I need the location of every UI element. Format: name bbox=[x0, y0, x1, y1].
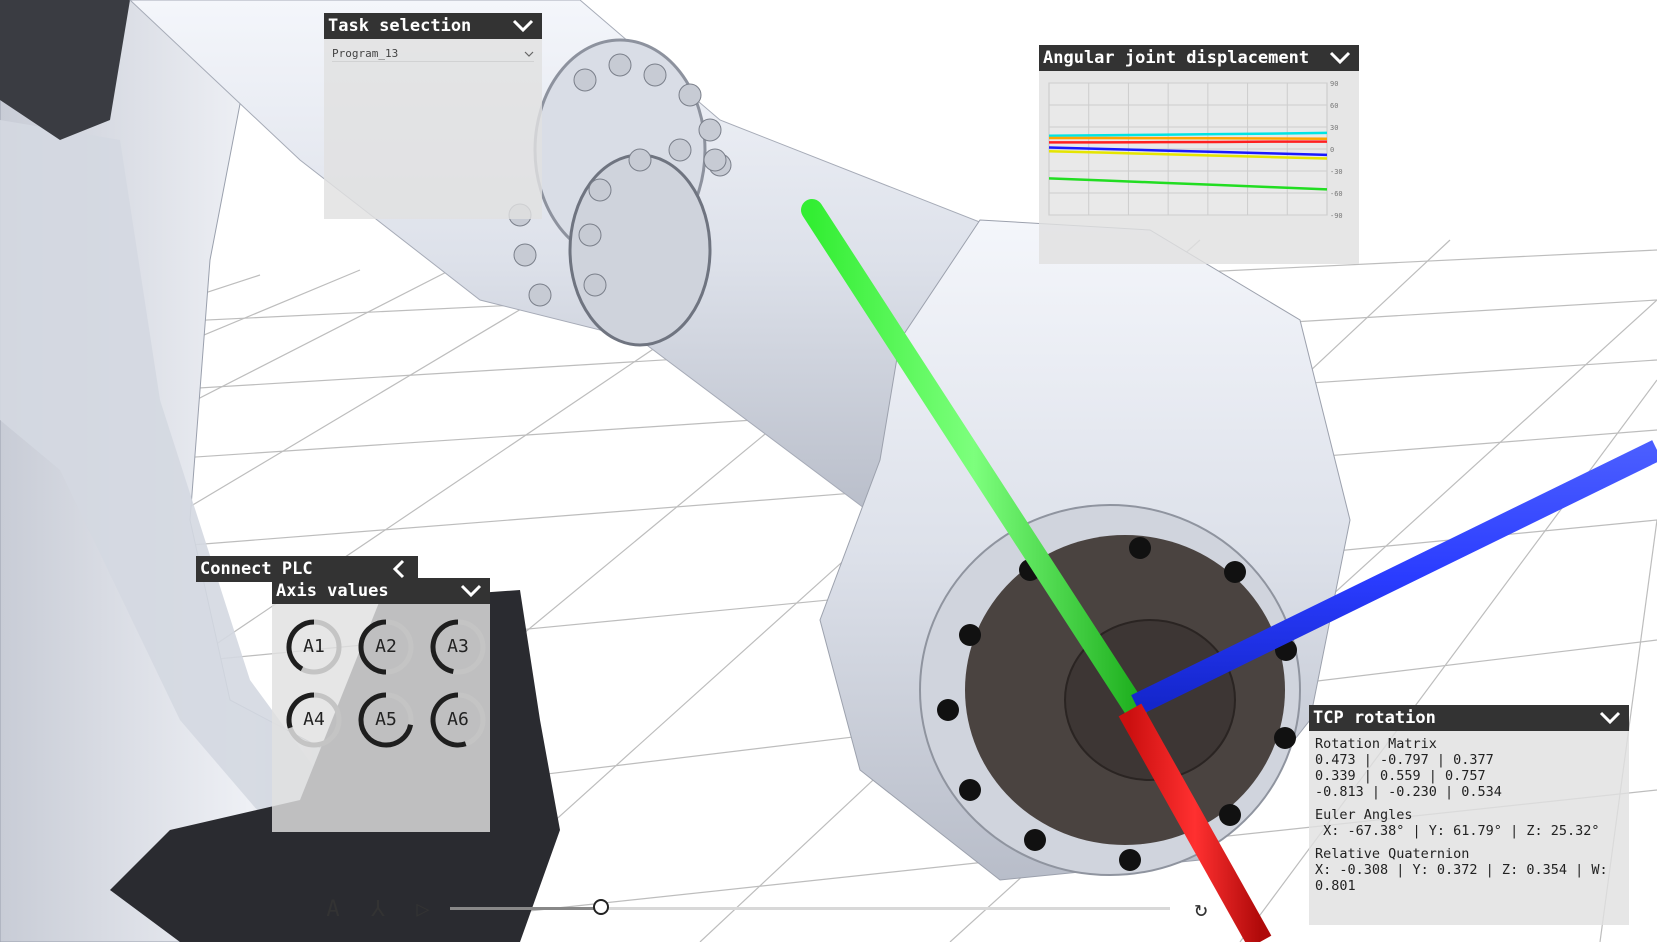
axis-values-panel: Axis values A1 A2 A3 A4 A5 A6 bbox=[272, 578, 490, 832]
axis-label: A4 bbox=[303, 709, 325, 730]
axis-values-title: Axis values bbox=[276, 581, 389, 601]
program-select[interactable]: Program_13 bbox=[332, 45, 534, 62]
rotation-matrix-row: 0.473 | -0.797 | 0.377 bbox=[1315, 752, 1494, 768]
euler-angles-value: X: -67.38° | Y: 61.79° | Z: 25.32° bbox=[1315, 823, 1600, 839]
select-chevron-icon bbox=[524, 47, 534, 60]
timeline-slider[interactable] bbox=[450, 899, 1170, 915]
angular-joint-title: Angular joint displacement bbox=[1043, 48, 1310, 68]
task-selection-title: Task selection bbox=[328, 16, 472, 36]
playback-toolbar: A ⅄ ▷ ↻ bbox=[318, 894, 1218, 924]
axis-gauge-a2: A2 bbox=[350, 610, 422, 683]
axis-gauge-a5: A5 bbox=[350, 683, 422, 756]
chevron-left-icon[interactable] bbox=[386, 558, 412, 580]
timeline-fill bbox=[450, 907, 602, 910]
axis-gauge-a6: A6 bbox=[422, 683, 494, 756]
axis-label: A1 bbox=[303, 636, 325, 657]
rotation-matrix-label: Rotation Matrix bbox=[1315, 736, 1437, 752]
quaternion-label: Relative Quaternion bbox=[1315, 846, 1470, 862]
rotation-matrix-block: Rotation Matrix 0.473 | -0.797 | 0.377 0… bbox=[1315, 736, 1623, 800]
rotation-matrix-row: 0.339 | 0.559 | 0.757 bbox=[1315, 768, 1486, 784]
y-tick-label: 90 bbox=[1330, 80, 1338, 88]
tcp-rotation-panel: TCP rotation Rotation Matrix 0.473 | -0.… bbox=[1309, 705, 1629, 925]
angular-joint-header[interactable]: Angular joint displacement bbox=[1039, 45, 1359, 71]
axis-gauge-a1: A1 bbox=[278, 610, 350, 683]
font-a-icon[interactable]: A bbox=[318, 894, 348, 924]
euler-angles-label: Euler Angles bbox=[1315, 807, 1413, 823]
y-tick-label: 60 bbox=[1330, 102, 1338, 110]
task-selection-panel: Task selection Program_13 bbox=[324, 13, 542, 219]
axes-toggle-icon[interactable]: ⅄ bbox=[363, 894, 393, 924]
quaternion-block: Relative Quaternion X: -0.308 | Y: 0.372… bbox=[1315, 846, 1623, 894]
series-line bbox=[1049, 136, 1328, 140]
reset-icon[interactable]: ↻ bbox=[1186, 894, 1216, 924]
rotation-matrix-row: -0.813 | -0.230 | 0.534 bbox=[1315, 784, 1502, 800]
task-selection-header[interactable]: Task selection bbox=[324, 13, 542, 39]
tcp-rotation-title: TCP rotation bbox=[1313, 708, 1436, 728]
program-select-value: Program_13 bbox=[332, 46, 399, 60]
axis-label: A6 bbox=[447, 709, 469, 730]
chevron-down-icon[interactable] bbox=[1597, 707, 1623, 729]
angular-joint-panel: Angular joint displacement 90 60 30 0 -30 -60… bbox=[1039, 45, 1359, 264]
axis-gauge-a4: A4 bbox=[278, 683, 350, 756]
y-tick-label: 30 bbox=[1330, 124, 1338, 132]
y-tick-label: -60 bbox=[1330, 190, 1343, 198]
axis-label: A2 bbox=[375, 636, 397, 657]
quaternion-value: X: -0.308 | Y: 0.372 | Z: 0.354 | W: bbox=[1315, 862, 1608, 878]
y-tick-label: -90 bbox=[1330, 212, 1343, 220]
chevron-down-icon[interactable] bbox=[510, 15, 536, 37]
axis-values-header[interactable]: Axis values bbox=[272, 578, 490, 604]
tcp-rotation-header[interactable]: TCP rotation bbox=[1309, 705, 1629, 731]
timeline-thumb[interactable] bbox=[593, 899, 610, 915]
axis-label: A3 bbox=[447, 636, 469, 657]
axis-label: A5 bbox=[375, 709, 397, 730]
axis-gauge-a3: A3 bbox=[422, 610, 494, 683]
euler-angles-block: Euler Angles X: -67.38° | Y: 61.79° | Z:… bbox=[1315, 807, 1623, 839]
connect-plc-title: Connect PLC bbox=[200, 559, 313, 579]
y-tick-label: -30 bbox=[1330, 168, 1343, 176]
quaternion-value-cont: 0.801 bbox=[1315, 878, 1356, 894]
chevron-down-icon[interactable] bbox=[1327, 47, 1353, 69]
series-line bbox=[1049, 140, 1327, 144]
chevron-down-icon[interactable] bbox=[458, 580, 484, 602]
joint-displacement-chart: 90 60 30 0 -30 -60 -90 bbox=[1048, 80, 1343, 220]
y-tick-label: 0 bbox=[1330, 146, 1334, 154]
play-icon[interactable]: ▷ bbox=[408, 894, 438, 924]
